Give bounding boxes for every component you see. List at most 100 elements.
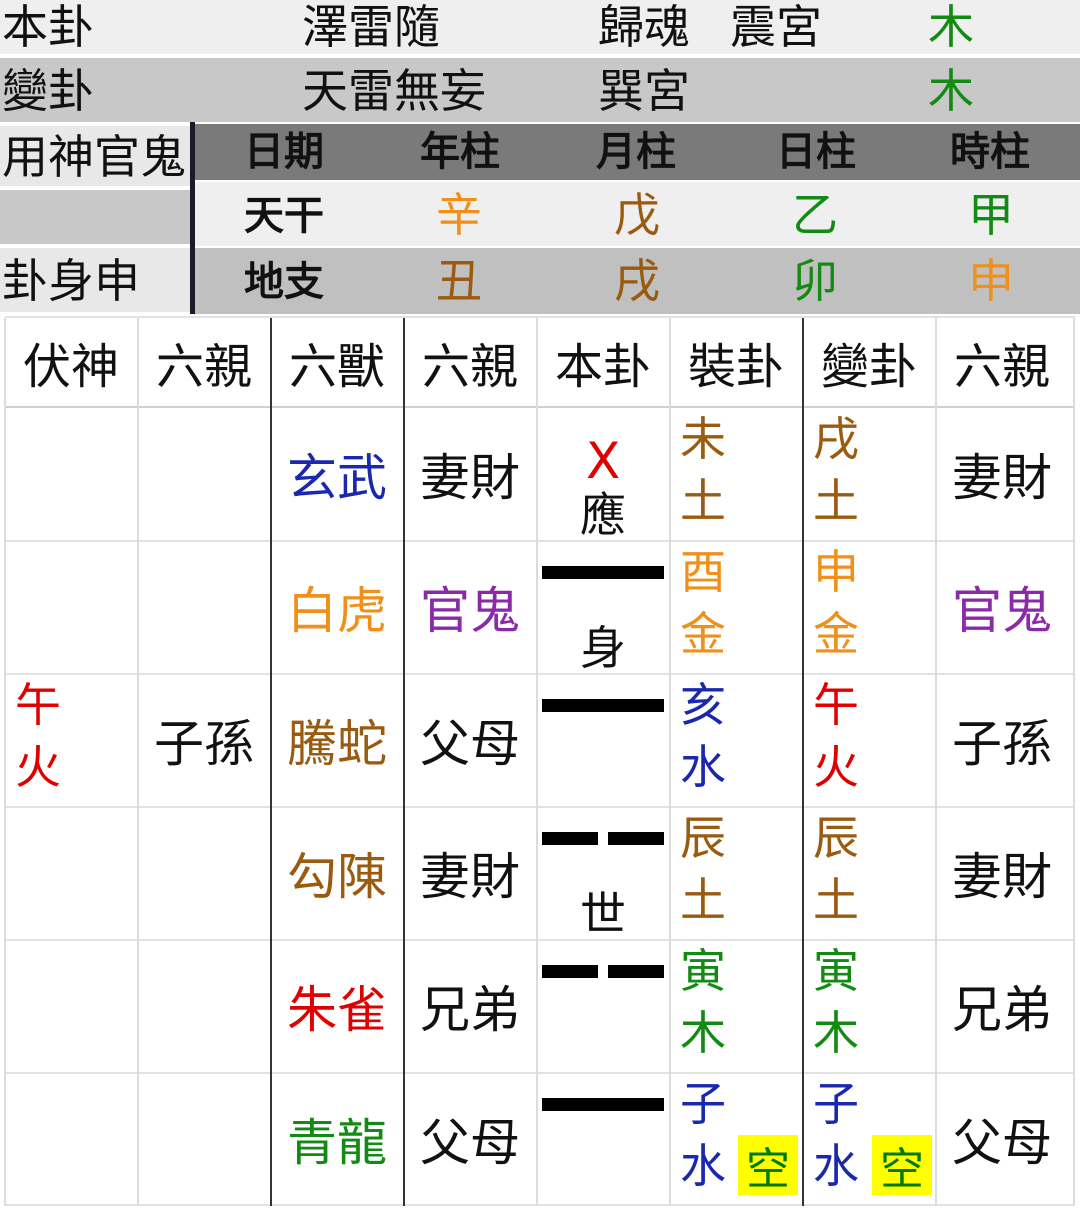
bian-gua-branch: 寅 [813,944,859,998]
six-beast: 勾陳 [287,848,387,906]
branch-month: 戌 [614,254,660,308]
fushen-relation [138,940,270,1072]
header-row-ben-gua [0,0,1080,54]
six-beast: 白虎 [287,582,387,640]
column-divider [802,318,804,1206]
yin-line-left [542,832,598,845]
ben-gua-stack: 亥水 [678,682,728,790]
fushen-element: 火 [15,740,61,794]
bian-gua-stack: 子水 [811,1081,861,1189]
ben-gua-branch: 未 [680,412,726,466]
ben-gua-stack: 未土 [678,416,728,524]
ben-gua-branch: 子 [680,1077,726,1131]
ben-gua-palace: 震宮 [730,0,822,54]
fushen-relation [138,408,270,540]
col-header-fushen: 伏神 [22,339,119,395]
bian-gua-element: 水 [813,1139,859,1193]
branch-day: 卯 [792,254,838,308]
kong-badge: 空 [738,1135,798,1195]
kong-badge: 空 [872,1135,932,1195]
col-header-ben-gua: 本卦 [554,339,651,395]
bian-relation: 妻財 [952,848,1052,906]
bian-relation: 官鬼 [952,582,1052,640]
col-header-six-beasts: 六獸 [288,339,385,395]
ben-gua-branch: 亥 [680,678,726,732]
yang-line [542,566,664,579]
column-divider [1073,318,1075,1206]
yang-line [542,699,664,712]
ben-gua-element: 水 [680,740,726,794]
relation: 父母 [420,715,520,773]
ben-gua-element: 木 [680,1006,726,1060]
yin-line-left [542,965,598,978]
table-top-border [5,316,1075,318]
fushen-relation [138,541,270,673]
fushen-relation [138,807,270,939]
ben-gua-element: 土 [680,474,726,528]
ben-gua-branch: 酉 [680,545,726,599]
relation: 父母 [420,1114,520,1172]
moving-line-mark: X [586,432,621,490]
fushen-stack: 午火 [13,682,63,790]
yang-line [542,1098,664,1111]
yin-line-right [608,965,664,978]
fushen-branch: 午 [15,678,61,732]
bian-gua-stack: 寅木 [811,948,861,1056]
col-header-bian-relation: 六親 [953,339,1050,395]
relation: 妻財 [420,848,520,906]
ben-gua-stack: 子水 [678,1081,728,1189]
relation: 官鬼 [420,582,520,640]
ben-gua-stack: 酉金 [678,549,728,657]
line-label: 世 [580,887,626,941]
relation: 妻財 [420,449,520,507]
yong-shen-label: 用神官鬼 [2,130,186,184]
ben-gua-branch: 辰 [680,811,726,865]
bian-gua-element: 土 [813,873,859,927]
gua-shen-label: 卦身申 [2,254,140,308]
ben-gua-element: 金 [680,607,726,661]
col-header-zhuang-gua: 裝卦 [687,339,784,395]
ben-gua-branch: 寅 [680,944,726,998]
yin-line-right [608,832,664,845]
ben-gua-element: 水 [680,1139,726,1193]
bian-gua-branch: 子 [813,1077,859,1131]
branch-year: 丑 [436,254,482,308]
column-divider [536,318,538,1206]
six-beast: 青龍 [287,1114,387,1172]
bian-gua-stack: 午火 [811,682,861,790]
col-header-fushen-relation: 六親 [155,339,252,395]
fushen-relation: 子孫 [154,715,254,773]
six-beast: 騰蛇 [287,715,387,773]
bian-gua-branch: 午 [813,678,859,732]
ben-gua-label: 本卦 [2,0,94,54]
pillar-header-day: 日柱 [776,129,856,175]
header-divider [190,122,195,314]
ben-gua-type: 歸魂 [598,0,690,54]
stem-year: 辛 [436,188,482,242]
bian-gua-branch: 戌 [813,412,859,466]
stem-day: 乙 [792,188,838,242]
branch-label: 地支 [244,259,324,305]
ben-gua-name: 澤雷隨 [302,0,440,54]
bian-gua-name: 天雷無妄 [302,64,486,118]
bian-gua-element: 金 [813,607,859,661]
stem-month: 戊 [614,188,660,242]
bian-gua-palace: 巽宮 [598,64,690,118]
bian-gua-stack: 辰土 [811,815,861,923]
bian-gua-branch: 辰 [813,811,859,865]
fushen-relation [138,1073,270,1205]
branch-hour: 申 [968,254,1014,308]
ben-gua-stack: 寅木 [678,948,728,1056]
header-row-bian-gua [0,58,1080,122]
pillar-header-month: 月柱 [596,129,676,175]
line-label: 身 [580,621,626,675]
column-divider [669,318,671,1206]
col-header-bian-gua: 變卦 [820,339,917,395]
bian-gua-element: 火 [813,740,859,794]
pillar-header-year: 年柱 [420,129,500,175]
bian-gua-element: 木 [813,1006,859,1060]
bian-gua-branch: 申 [813,545,859,599]
bian-relation: 妻財 [952,449,1052,507]
col-header-relation: 六親 [421,339,518,395]
line-label: 應 [580,488,626,542]
